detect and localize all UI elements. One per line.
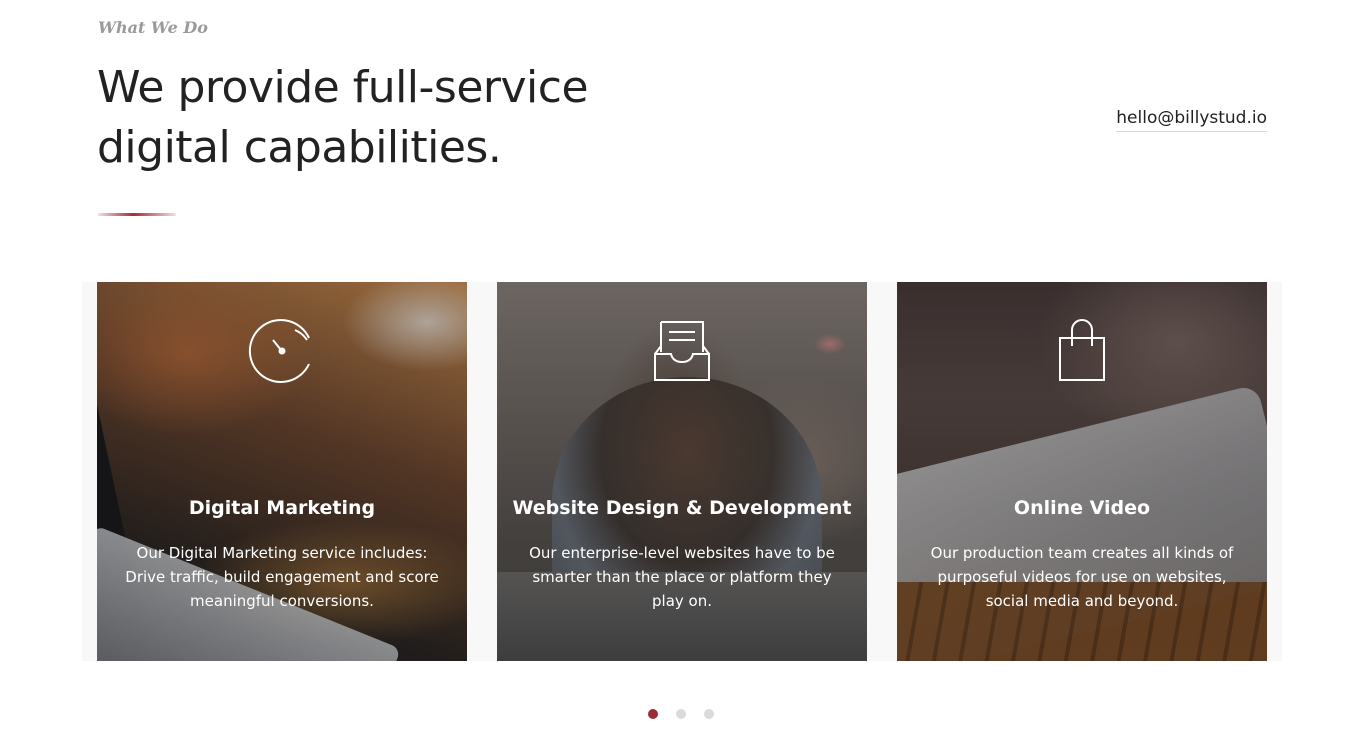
accent-divider [98,213,176,216]
what-we-do-section: What We Do We provide full-service digit… [0,0,1346,745]
carousel-pagination [648,709,714,719]
contact-email-link[interactable]: hello@billystud.io [1116,108,1267,132]
shopping-bag-icon [1047,316,1117,386]
service-card-online-video[interactable]: Online Video Our production team creates… [897,282,1267,661]
inbox-tray-icon [647,316,717,386]
card-title: Digital Marketing [188,497,376,519]
services-carousel: Digital Marketing Our Digital Marketing … [82,282,1282,661]
card-title: Website Design & Development [512,497,852,519]
carousel-dot-1[interactable] [648,709,658,719]
section-headline: We provide full-service digital capabili… [97,62,589,173]
section-eyebrow: What We Do [98,18,208,37]
card-description: Our enterprise-level websites have to be… [529,544,835,610]
speedometer-icon [247,316,317,386]
service-card-digital-marketing[interactable]: Digital Marketing Our Digital Marketing … [97,282,467,661]
carousel-dot-3[interactable] [704,709,714,719]
carousel-dot-2[interactable] [676,709,686,719]
card-description: Our Digital Marketing service includes: … [125,544,439,610]
card-title: Online Video [1013,497,1151,519]
card-description: Our production team creates all kinds of… [930,544,1234,610]
service-card-website-design[interactable]: Website Design & Development Our enterpr… [497,282,867,661]
